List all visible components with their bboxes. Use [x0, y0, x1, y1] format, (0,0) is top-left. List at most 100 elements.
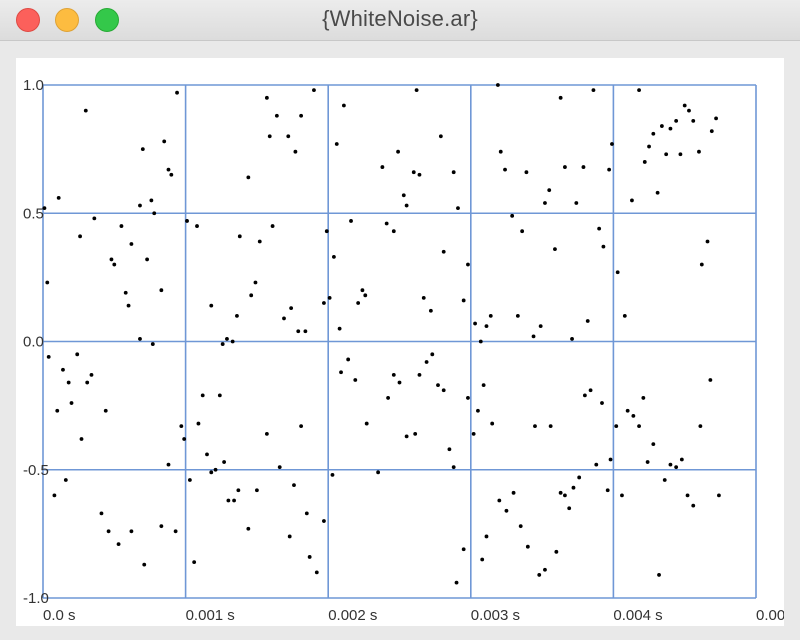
- data-point: [413, 431, 418, 436]
- data-point: [548, 424, 553, 429]
- data-point: [691, 119, 696, 123]
- data-point: [169, 172, 174, 177]
- data-point: [461, 547, 466, 552]
- data-point: [543, 567, 547, 572]
- data-point: [99, 511, 104, 516]
- data-point: [213, 467, 218, 472]
- data-point: [255, 488, 259, 493]
- plot-canvas[interactable]: 1.0 0.5 0.0 -0.5 -1.0 0.0 s 0.001 s 0.002 s 0.00…: [16, 58, 784, 626]
- data-point: [651, 442, 656, 446]
- data-point: [150, 342, 155, 346]
- y-tick-label: 0.5: [23, 205, 44, 222]
- data-point: [668, 462, 673, 467]
- data-point: [274, 113, 279, 118]
- data-point: [270, 224, 275, 228]
- data-point: [476, 408, 480, 413]
- data-point: [651, 131, 656, 136]
- data-point: [299, 113, 304, 118]
- data-point: [503, 167, 507, 172]
- data-point: [249, 293, 254, 298]
- data-point: [257, 239, 262, 244]
- data-point: [293, 149, 298, 154]
- data-point: [490, 421, 495, 426]
- data-point: [192, 560, 197, 564]
- data-point: [69, 401, 74, 405]
- data-point: [630, 198, 634, 203]
- data-point: [286, 134, 291, 139]
- data-point: [484, 534, 489, 539]
- data-point: [83, 108, 88, 113]
- data-point: [337, 326, 342, 331]
- data-point: [417, 372, 422, 377]
- data-point: [162, 139, 167, 144]
- data-point: [699, 262, 704, 267]
- data-point: [538, 324, 543, 329]
- data-point: [484, 324, 489, 329]
- data-point: [495, 83, 500, 87]
- data-point: [631, 413, 636, 418]
- data-point: [391, 229, 396, 234]
- x-tick-label: 0.0 s: [43, 607, 76, 624]
- data-point: [594, 462, 599, 467]
- data-point: [75, 352, 80, 357]
- data-point: [625, 408, 630, 413]
- data-point: [682, 103, 687, 108]
- data-point: [570, 337, 574, 341]
- data-point: [196, 421, 201, 426]
- data-point: [414, 88, 419, 93]
- x-tick-label: 0.003 s: [471, 607, 520, 624]
- data-point: [466, 262, 470, 267]
- data-point: [142, 562, 147, 567]
- data-point: [614, 424, 619, 429]
- data-point: [488, 313, 493, 318]
- y-tick-label: -1.0: [23, 590, 49, 607]
- title-bar[interactable]: {WhiteNoise.ar}: [0, 0, 800, 41]
- data-point: [662, 478, 667, 482]
- data-point: [332, 254, 336, 259]
- data-point: [205, 452, 209, 457]
- data-point: [428, 308, 433, 313]
- data-point: [217, 393, 222, 398]
- data-point: [537, 573, 542, 577]
- data-point: [510, 213, 515, 218]
- data-point: [637, 88, 641, 93]
- data-point: [525, 544, 530, 549]
- data-point: [42, 206, 47, 211]
- data-point: [447, 447, 452, 452]
- scatter-plot: 1.0 0.5 0.0 -0.5 -1.00.0 s 0.001 s 0.002 s 0.00…: [23, 77, 784, 624]
- data-point: [277, 465, 282, 470]
- data-point: [454, 580, 459, 585]
- data-point: [610, 142, 614, 146]
- data-point: [608, 457, 613, 462]
- data-point: [515, 313, 520, 318]
- data-point: [246, 175, 251, 180]
- data-point: [334, 142, 339, 146]
- data-point: [581, 165, 586, 169]
- data-point: [655, 190, 660, 195]
- data-point: [264, 431, 269, 436]
- data-point: [461, 298, 466, 303]
- data-point: [341, 103, 346, 108]
- data-point: [79, 437, 84, 441]
- data-point: [63, 478, 68, 482]
- data-point: [401, 193, 406, 198]
- x-tick-label: 0.002 s: [328, 607, 377, 624]
- data-point: [200, 393, 205, 398]
- y-tick-label: -0.5: [23, 462, 49, 479]
- data-point: [708, 378, 713, 382]
- data-point: [179, 424, 184, 429]
- data-point: [307, 555, 312, 559]
- data-point: [166, 462, 171, 467]
- data-point: [430, 352, 435, 357]
- data-point: [322, 519, 326, 523]
- data-point: [659, 124, 664, 128]
- data-point: [376, 470, 381, 475]
- data-point: [230, 339, 235, 344]
- data-point: [404, 203, 409, 208]
- data-point: [138, 203, 142, 208]
- data-point: [674, 119, 679, 123]
- data-point: [478, 339, 483, 344]
- data-point: [327, 295, 332, 300]
- data-point: [220, 342, 225, 346]
- data-point: [553, 247, 557, 252]
